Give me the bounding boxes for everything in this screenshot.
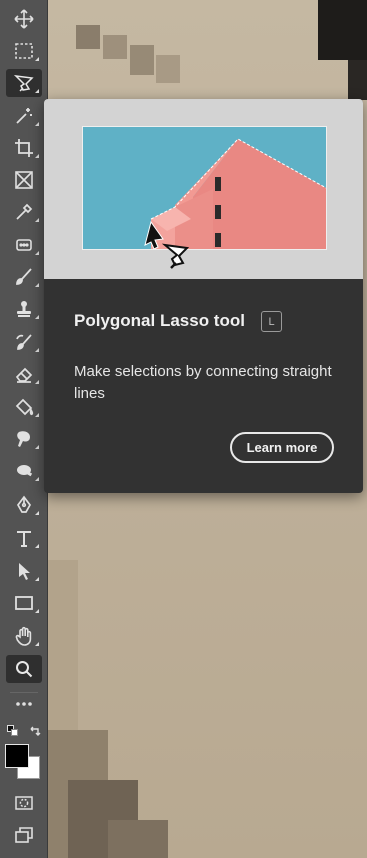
canvas-shadow bbox=[103, 35, 127, 59]
type-icon bbox=[17, 531, 31, 547]
hand-icon bbox=[15, 626, 32, 646]
submenu-indicator bbox=[35, 380, 39, 384]
screen-mode-icon bbox=[15, 827, 33, 843]
history-brush-tool[interactable] bbox=[6, 328, 42, 356]
healing-icon bbox=[16, 239, 32, 251]
edit-toolbar[interactable] bbox=[6, 690, 42, 718]
dodge-icon bbox=[17, 465, 33, 477]
shortcut-badge: L bbox=[261, 311, 282, 332]
move-icon bbox=[14, 9, 34, 29]
canvas-shadow bbox=[76, 25, 100, 49]
submenu-indicator bbox=[35, 89, 39, 93]
pink-building-illustration bbox=[83, 127, 326, 249]
submenu-indicator bbox=[35, 642, 39, 646]
submenu-indicator bbox=[35, 577, 39, 581]
pen-tool[interactable] bbox=[6, 491, 42, 519]
hand-tool[interactable] bbox=[6, 622, 42, 650]
rectangular-marquee-tool[interactable] bbox=[6, 37, 42, 65]
path-selection-tool[interactable] bbox=[6, 557, 42, 585]
clone-stamp-tool[interactable] bbox=[6, 295, 42, 323]
arrow-icon bbox=[19, 563, 30, 580]
learn-more-button[interactable]: Learn more bbox=[230, 432, 334, 463]
submenu-indicator bbox=[35, 218, 39, 222]
smudge-tool[interactable] bbox=[6, 425, 42, 453]
quick-mask-icon bbox=[15, 796, 33, 810]
frame-tool[interactable] bbox=[6, 166, 42, 194]
brush-icon bbox=[16, 268, 32, 285]
submenu-indicator bbox=[35, 315, 39, 319]
tools-panel bbox=[0, 0, 48, 858]
paint-bucket-tool[interactable] bbox=[6, 393, 42, 421]
zoom-tool[interactable] bbox=[6, 655, 42, 683]
polygonal-lasso-tool[interactable] bbox=[6, 69, 42, 97]
spot-healing-tool[interactable] bbox=[6, 231, 42, 259]
canvas-shadow bbox=[108, 820, 168, 858]
more-icon bbox=[16, 702, 32, 706]
magic-wand-tool[interactable] bbox=[6, 102, 42, 130]
zoom-icon bbox=[16, 661, 33, 678]
polygonal-lasso-icon bbox=[13, 74, 34, 92]
history-brush-icon bbox=[16, 334, 32, 350]
submenu-indicator bbox=[35, 251, 39, 255]
frame-icon bbox=[15, 171, 33, 189]
stamp-icon bbox=[17, 301, 31, 317]
tooltip-preview bbox=[44, 99, 363, 279]
submenu-indicator bbox=[35, 445, 39, 449]
submenu-indicator bbox=[35, 154, 39, 158]
swap-colors-icon[interactable] bbox=[28, 723, 42, 737]
pen-icon bbox=[16, 495, 32, 513]
submenu-indicator bbox=[35, 283, 39, 287]
canvas-dark-corner bbox=[348, 60, 367, 100]
submenu-indicator bbox=[35, 511, 39, 515]
marquee-icon bbox=[15, 43, 33, 59]
canvas-dark-corner bbox=[318, 0, 367, 60]
eyedropper-icon bbox=[16, 203, 33, 220]
foreground-color-swatch[interactable] bbox=[5, 744, 29, 768]
submenu-indicator bbox=[35, 413, 39, 417]
submenu-indicator bbox=[35, 348, 39, 352]
crop-icon bbox=[15, 139, 33, 157]
eraser-tool[interactable] bbox=[6, 360, 42, 388]
screen-mode-button[interactable] bbox=[6, 821, 42, 849]
default-colors-icon[interactable] bbox=[7, 725, 18, 736]
smudge-icon bbox=[17, 431, 30, 447]
canvas-shadow bbox=[130, 45, 154, 75]
preview-photo bbox=[82, 126, 327, 250]
paint-bucket-icon bbox=[15, 398, 34, 416]
tool-tooltip: Polygonal Lasso tool L Make selections b… bbox=[44, 99, 363, 493]
brush-tool[interactable] bbox=[6, 263, 42, 291]
submenu-indicator bbox=[35, 477, 39, 481]
rectangle-tool[interactable] bbox=[6, 589, 42, 617]
crop-tool[interactable] bbox=[6, 134, 42, 162]
quick-mask-button[interactable] bbox=[6, 789, 42, 817]
submenu-indicator bbox=[35, 609, 39, 613]
rectangle-icon bbox=[15, 596, 33, 610]
eyedropper-tool[interactable] bbox=[6, 198, 42, 226]
tooltip-title: Polygonal Lasso tool bbox=[74, 311, 245, 330]
polygonal-lasso-cursor-icon bbox=[162, 243, 190, 269]
eraser-icon bbox=[15, 367, 33, 383]
submenu-indicator bbox=[35, 544, 39, 548]
type-tool[interactable] bbox=[6, 524, 42, 552]
move-tool[interactable] bbox=[6, 5, 42, 33]
submenu-indicator bbox=[35, 122, 39, 126]
canvas-shadow bbox=[156, 55, 180, 83]
magic-wand-icon bbox=[16, 108, 32, 124]
tooltip-description: Make selections by connecting straight l… bbox=[74, 363, 332, 402]
submenu-indicator bbox=[35, 57, 39, 61]
dodge-tool[interactable] bbox=[6, 457, 42, 485]
